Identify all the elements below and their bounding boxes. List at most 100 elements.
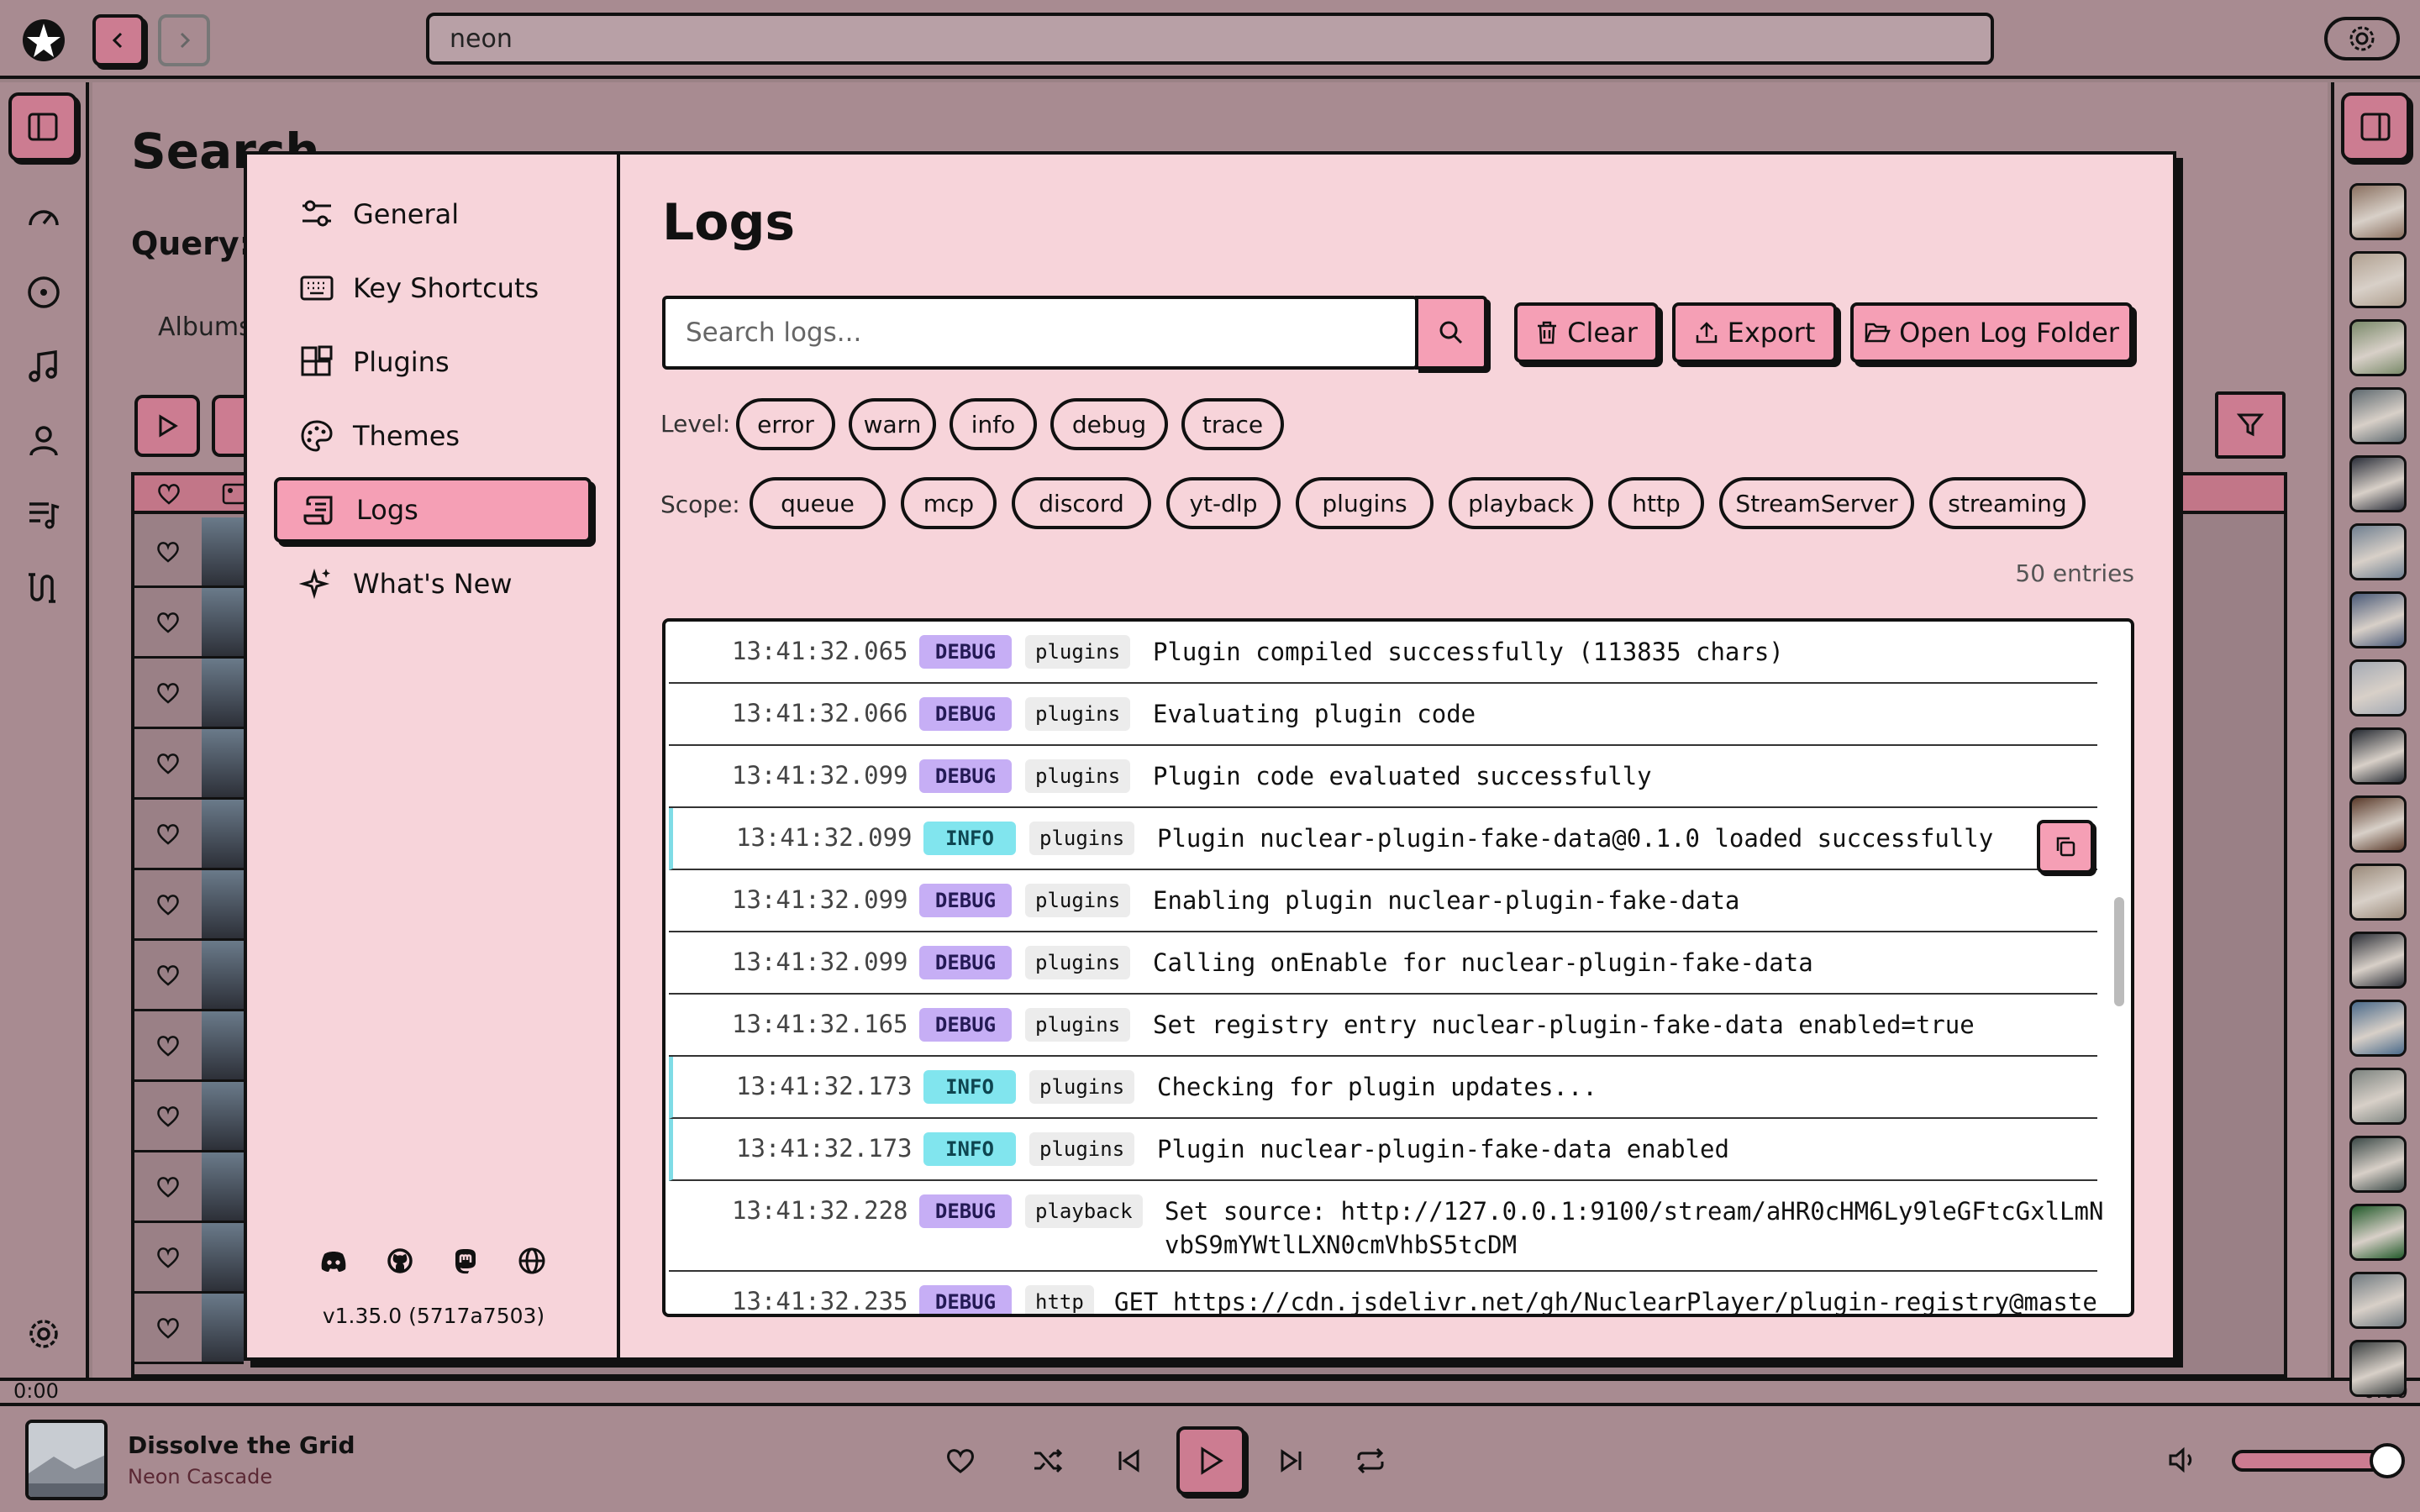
queue-thumbnail[interactable] (2349, 455, 2407, 512)
heart-icon[interactable] (155, 1175, 181, 1199)
previous-button[interactable] (1106, 1438, 1151, 1483)
nav-themes[interactable]: Themes (274, 403, 592, 469)
forward-button[interactable] (158, 14, 210, 66)
heart-icon[interactable] (155, 681, 181, 705)
export-button[interactable]: Export (1672, 302, 1837, 363)
theme-toggle[interactable] (2324, 17, 2400, 60)
globe-icon[interactable] (518, 1247, 546, 1275)
queue-thumbnail[interactable] (2349, 183, 2407, 240)
level-filter-trace[interactable]: trace (1181, 398, 1284, 450)
scope-filter-discord[interactable]: discord (1012, 477, 1151, 529)
heart-icon[interactable] (155, 752, 181, 775)
queue-thumbnail[interactable] (2349, 591, 2407, 648)
log-row[interactable]: 13:41:32.065 DEBUG plugins Plugin compiled … (669, 622, 2097, 684)
queue-thumbnail[interactable] (2349, 864, 2407, 921)
queue-thumbnail[interactable] (2349, 1136, 2407, 1193)
queue-thumbnail[interactable] (2349, 659, 2407, 717)
scope-filter-playback[interactable]: playback (1449, 477, 1593, 529)
nav-key-shortcuts[interactable]: Key Shortcuts (274, 255, 592, 321)
heart-icon[interactable] (155, 1246, 181, 1269)
queue-thumbnail[interactable] (2349, 1000, 2407, 1057)
disc-icon[interactable] (20, 269, 67, 316)
log-row[interactable]: 13:41:32.235 DEBUG http GET https://cdn.jsd… (669, 1272, 2097, 1314)
log-row[interactable]: 13:41:32.066 DEBUG plugins Evaluating plugi… (669, 684, 2097, 746)
playlist-icon[interactable] (20, 491, 67, 538)
scope-filter-yt-dlp[interactable]: yt-dlp (1166, 477, 1281, 529)
back-button[interactable] (92, 14, 145, 66)
level-filter-info[interactable]: info (950, 398, 1037, 450)
level-filter-error[interactable]: error (736, 398, 835, 450)
queue-thumbnail[interactable] (2349, 523, 2407, 580)
queue-thumbnail[interactable] (2349, 932, 2407, 989)
nav-logs[interactable]: Logs (274, 477, 592, 543)
queue-thumbnail[interactable] (2349, 319, 2407, 376)
add-button[interactable] (212, 395, 245, 457)
heart-icon[interactable] (155, 611, 181, 634)
log-row[interactable]: 13:41:32.165 DEBUG plugins Set registry ent… (669, 995, 2097, 1057)
toggle-left-sidebar-button[interactable] (8, 92, 77, 161)
queue-thumbnail[interactable] (2349, 387, 2407, 444)
music-note-icon[interactable] (20, 343, 67, 390)
album-cover[interactable] (25, 1420, 108, 1500)
level-filter-debug[interactable]: debug (1050, 398, 1168, 450)
play-button[interactable] (1176, 1426, 1245, 1495)
log-search-button[interactable] (1415, 296, 1487, 370)
volume-button[interactable] (2166, 1443, 2205, 1482)
settings-gear-icon[interactable] (20, 1310, 67, 1357)
scope-filter-streamserver[interactable]: StreamServer (1719, 477, 1914, 529)
scope-filter-http[interactable]: http (1608, 477, 1704, 529)
nav-whats-new[interactable]: What's New (274, 551, 592, 617)
level-filter-warn[interactable]: warn (849, 398, 936, 450)
filter-button[interactable] (2215, 391, 2286, 459)
progress-bar[interactable] (0, 1378, 2420, 1406)
queue-thumbnail[interactable] (2349, 727, 2407, 785)
log-row[interactable]: 13:41:32.173 INFO plugins Plugin nuclear-pl… (669, 1119, 2097, 1181)
volume-knob[interactable] (2370, 1443, 2405, 1478)
heart-icon[interactable] (155, 1316, 181, 1340)
nav-general[interactable]: General (274, 181, 592, 247)
volume-slider[interactable] (2232, 1450, 2386, 1472)
heart-icon[interactable] (155, 1105, 181, 1128)
log-row[interactable]: 13:41:32.173 INFO plugins Checking for plug… (669, 1057, 2097, 1119)
log-row[interactable]: 13:41:32.099 DEBUG plugins Enabling plugin … (669, 870, 2097, 932)
log-search-input[interactable]: Search logs... (662, 296, 1418, 370)
mastodon-icon[interactable] (451, 1247, 480, 1275)
discord-icon[interactable] (319, 1247, 348, 1275)
queue-thumbnail[interactable] (2349, 1068, 2407, 1125)
queue-thumbnail[interactable] (2349, 251, 2407, 308)
open-log-folder-button[interactable]: Open Log Folder (1850, 302, 2133, 363)
scrollbar-thumb[interactable] (2114, 897, 2124, 1006)
shuffle-button[interactable] (1025, 1438, 1071, 1483)
log-row[interactable]: 13:41:32.228 DEBUG playback Set source: htt… (669, 1181, 2103, 1272)
queue-thumbnail[interactable] (2349, 1340, 2407, 1397)
play-all-button[interactable] (134, 395, 200, 457)
dashboard-icon[interactable] (20, 195, 67, 242)
queue-thumbnail[interactable] (2349, 1204, 2407, 1261)
next-button[interactable] (1269, 1438, 1314, 1483)
toggle-right-sidebar-button[interactable] (2341, 92, 2410, 161)
plugin-icon[interactable] (20, 564, 67, 612)
heart-icon[interactable] (155, 963, 181, 987)
heart-icon[interactable] (155, 540, 181, 564)
tab-albums[interactable]: Albums (158, 312, 252, 342)
scope-filter-streaming[interactable]: streaming (1929, 477, 2086, 529)
copy-log-button[interactable] (2037, 820, 2094, 874)
track-artist[interactable]: Neon Cascade (128, 1465, 272, 1488)
favorite-button[interactable] (938, 1438, 983, 1483)
log-row[interactable]: 13:41:32.099 DEBUG plugins Plugin code eval… (669, 746, 2097, 808)
repeat-button[interactable] (1348, 1438, 1393, 1483)
heart-icon[interactable] (155, 893, 181, 916)
github-icon[interactable] (386, 1247, 414, 1275)
log-row[interactable]: 13:41:32.099 DEBUG plugins Calling onEnable… (669, 932, 2097, 995)
heart-icon[interactable] (155, 822, 181, 846)
user-icon[interactable] (20, 417, 67, 464)
search-input[interactable]: neon (426, 13, 1994, 65)
track-title[interactable]: Dissolve the Grid (128, 1431, 355, 1459)
queue-thumbnail[interactable] (2349, 795, 2407, 853)
queue-thumbnail[interactable] (2349, 1272, 2407, 1329)
scope-filter-queue[interactable]: queue (750, 477, 886, 529)
nav-plugins[interactable]: Plugins (274, 329, 592, 395)
clear-button[interactable]: Clear (1514, 302, 1659, 363)
scope-filter-plugins[interactable]: plugins (1296, 477, 1434, 529)
scope-filter-mcp[interactable]: mcp (901, 477, 997, 529)
